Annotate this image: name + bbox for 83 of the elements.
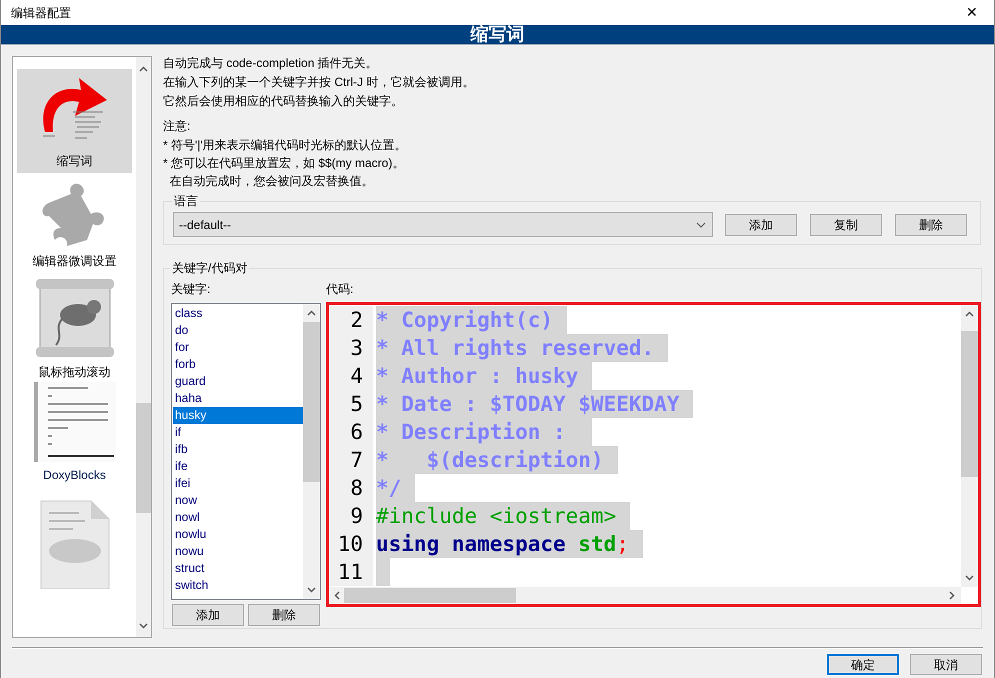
scroll-right-icon[interactable]	[949, 591, 955, 600]
button[interactable]: 删除	[895, 214, 967, 236]
button[interactable]: 复制	[810, 214, 882, 236]
scroll-up-icon[interactable]	[139, 66, 148, 72]
notes-heading: 注意:	[163, 118, 192, 135]
keyword-item[interactable]: ifb	[173, 441, 303, 458]
keyword-item[interactable]: class	[173, 305, 303, 322]
note-line: * 符号'|'用来表示编辑代码时光标的默认位置。	[163, 137, 408, 154]
code-label: 代码:	[326, 281, 354, 297]
scrollbar-thumb[interactable]	[303, 322, 320, 482]
line-number: 10	[329, 530, 373, 558]
scroll-down-icon[interactable]	[307, 587, 316, 593]
line-number: 3	[329, 334, 373, 362]
code-token: * Author : husky	[376, 363, 578, 390]
dropdown-value: --default--	[179, 216, 232, 234]
keyword-item[interactable]: now	[173, 492, 303, 509]
keyword-item[interactable]: forb	[173, 356, 303, 373]
code-token: * Date : $TODAY $WEEKDAY	[376, 391, 680, 418]
button[interactable]: 删除	[248, 604, 320, 626]
close-button[interactable]: ✕	[962, 2, 982, 23]
line-number: 7	[329, 446, 373, 474]
line-number: 8	[329, 474, 373, 502]
mouse-scroll-icon	[34, 277, 116, 359]
line-number: 6	[329, 418, 373, 446]
line-number: 2	[329, 306, 373, 334]
scrollbar[interactable]	[136, 57, 151, 637]
scroll-left-icon[interactable]	[334, 591, 340, 600]
scrollbar[interactable]	[303, 304, 320, 599]
keyword-item[interactable]: switch	[173, 577, 303, 594]
line-number: 9	[329, 502, 373, 530]
button[interactable]: 添加	[172, 604, 244, 626]
code-editor[interactable]: 2 * Copyright(c) 3 * All rights reserved. 4 * Author : husky 5 * Date : $TODAY $WEEKDAY 6 * Description : 7 * $(description) 8 */ 9 #include <iostream> 10 using namespace std; 11	[326, 302, 981, 607]
document-icon	[38, 499, 110, 589]
code-token: #include <iostream>	[376, 503, 616, 530]
keyword-item[interactable]: ifei	[173, 475, 303, 492]
dropdown-caret-icon	[696, 222, 706, 228]
keyword-item[interactable]: guard	[173, 373, 303, 390]
language-dropdown[interactable]: --default--	[173, 212, 713, 237]
line-number: 5	[329, 390, 373, 418]
line-number: 4	[329, 362, 373, 390]
code-token: * Description :	[376, 419, 567, 446]
description-line: 它然后会使用相应的代码替换输入的关键字。	[163, 93, 404, 110]
scroll-up-icon[interactable]	[965, 311, 974, 317]
scroll-down-icon[interactable]	[965, 575, 974, 581]
horizontal-scrollbar[interactable]	[329, 587, 961, 604]
code-token: * $(description)	[376, 447, 604, 474]
code-token: std	[578, 531, 616, 558]
keyword-item[interactable]: if	[173, 424, 303, 441]
scroll-up-icon[interactable]	[307, 310, 316, 316]
keyword-item[interactable]: nowlu	[173, 526, 303, 543]
button[interactable]: 确定	[827, 654, 899, 675]
group-label: 语言	[173, 193, 199, 210]
scrollbar-thumb[interactable]	[961, 331, 978, 477]
description-line: 在输入下列的某一个关键字并按 Ctrl-J 时，它就会被调用。	[163, 74, 476, 91]
scrollbar-thumb[interactable]	[136, 402, 151, 512]
window-title: 编辑器配置	[11, 4, 71, 22]
keyword-item[interactable]: struct	[173, 560, 303, 577]
group-label: 关键字/代码对	[171, 260, 248, 277]
code-token: * All rights reserved.	[376, 335, 654, 362]
note-line: 在自动完成时，您会被问及宏替换值。	[168, 173, 375, 190]
keyword-item[interactable]: for	[173, 339, 303, 356]
code-token: ;	[616, 531, 629, 558]
page-heading: 缩写词	[470, 24, 524, 44]
scrollbar-thumb[interactable]	[344, 588, 516, 603]
button[interactable]: 添加	[725, 214, 797, 236]
note-line: * 您可以在代码里放置宏，如 $$(my macro)。	[163, 155, 406, 172]
keywords-label: 关键字:	[171, 281, 212, 297]
keyword-item[interactable]: haha	[173, 390, 303, 407]
keyword-item[interactable]: do	[173, 322, 303, 339]
keyword-item[interactable]: nowu	[173, 543, 303, 560]
description-line: 自动完成与 code-completion 插件无关。	[163, 55, 379, 72]
scroll-down-icon[interactable]	[139, 623, 148, 629]
scrollbar[interactable]	[961, 305, 978, 587]
line-number: 11	[329, 558, 373, 586]
sidebar-item[interactable]: 缩写词	[17, 69, 132, 173]
keyword-item[interactable]: ife	[173, 458, 303, 475]
code-token: * Copyright(c)	[376, 307, 554, 334]
code-token: */	[376, 475, 402, 502]
keyword-item[interactable]: husky	[173, 407, 303, 424]
code-token: using namespace	[376, 531, 567, 558]
keyword-item[interactable]: nowl	[173, 509, 303, 526]
code-snippet-icon	[34, 382, 116, 462]
button[interactable]: 取消	[910, 654, 982, 675]
